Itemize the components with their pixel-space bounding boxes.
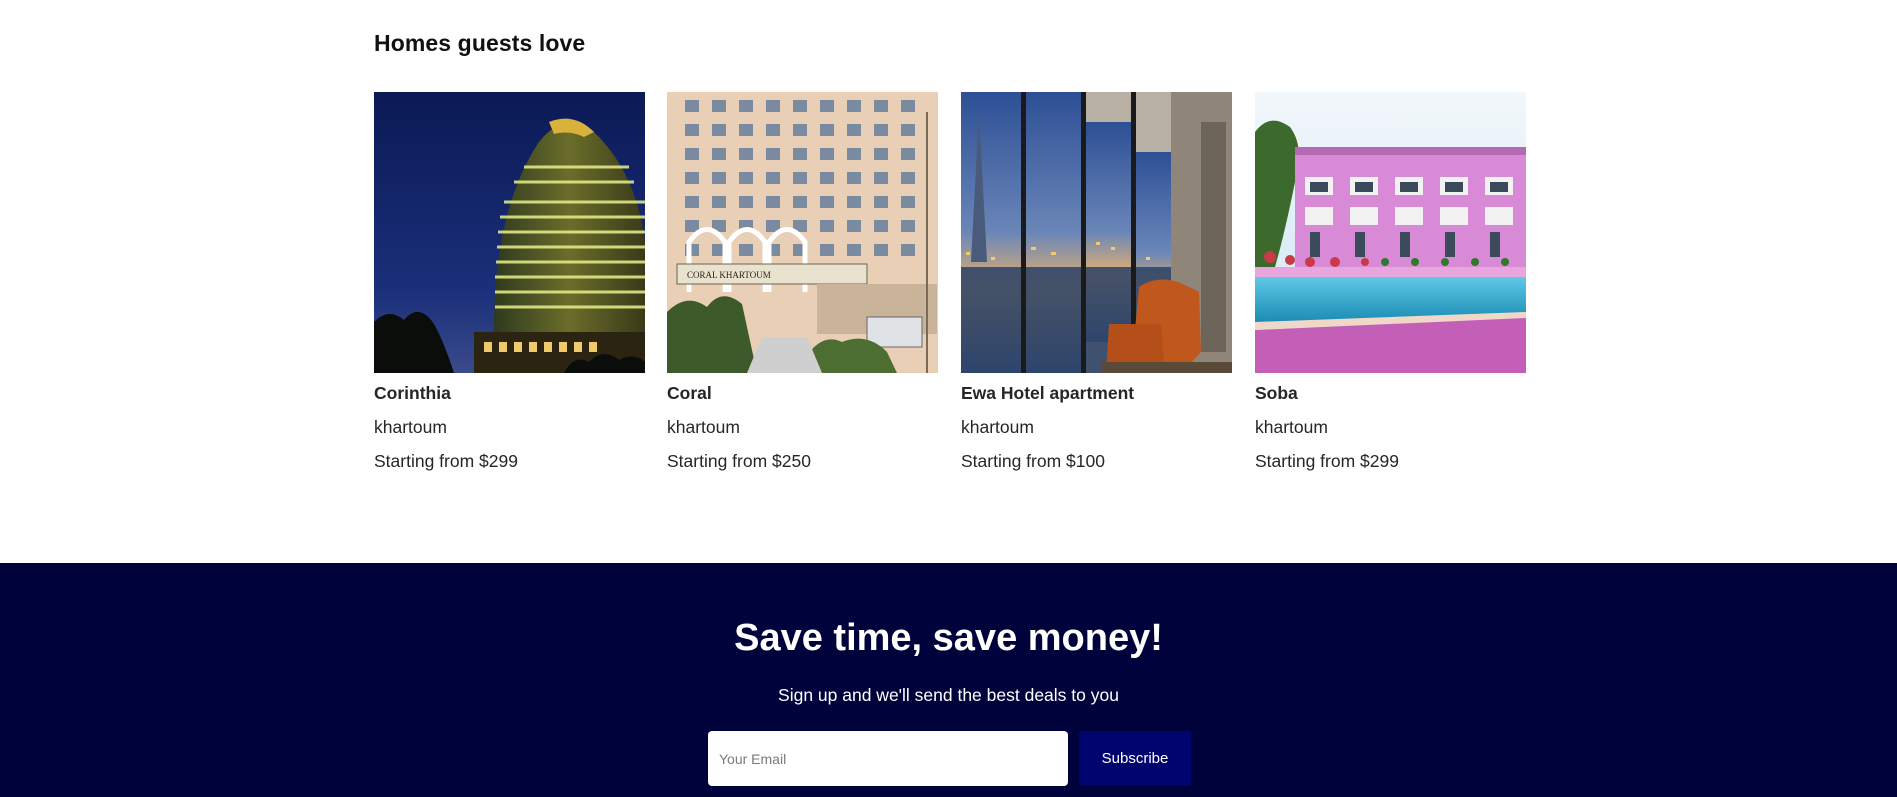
soba-hotel-image[interactable] [1255, 92, 1526, 373]
hotel-price: Starting from $250 [667, 451, 811, 471]
hotel-city: khartoum [374, 417, 447, 437]
hotel-name[interactable]: Ewa Hotel apartment [961, 383, 1134, 404]
homes-section: Homes guests love Corinthia khartoum Sta… [0, 0, 1897, 563]
hotel-city: khartoum [1255, 417, 1328, 437]
coral-hotel-image[interactable]: CORAL KHARTOUM [667, 92, 938, 373]
coral-sign-text: CORAL KHARTOUM [687, 270, 771, 280]
email-input[interactable] [708, 731, 1068, 786]
hotel-price: Starting from $299 [374, 451, 518, 471]
subscribe-button[interactable]: Subscribe [1079, 731, 1191, 786]
section-title: Homes guests love [374, 30, 586, 56]
hotel-price: Starting from $100 [961, 451, 1105, 471]
hotel-card-soba[interactable]: Soba khartoum Starting from $299 [1255, 92, 1526, 471]
hotel-city: khartoum [667, 417, 740, 437]
hotel-city: khartoum [961, 417, 1034, 437]
newsletter-section: Save time, save money! Sign up and we'll… [0, 563, 1897, 797]
newsletter-title: Save time, save money! [734, 617, 1163, 659]
hotel-price: Starting from $299 [1255, 451, 1399, 471]
newsletter-subtitle: Sign up and we'll send the best deals to… [778, 685, 1119, 705]
hotel-name[interactable]: Corinthia [374, 383, 451, 404]
hotel-card-ewa[interactable]: Ewa Hotel apartment khartoum Starting fr… [961, 92, 1232, 471]
hotel-card-coral[interactable]: CORAL KHARTOUM Coral khartoum Starting f… [667, 92, 938, 471]
ewa-hotel-image[interactable] [961, 92, 1232, 373]
hotel-name[interactable]: Soba [1255, 383, 1298, 404]
corinthia-hotel-image[interactable] [374, 92, 645, 373]
hotel-name[interactable]: Coral [667, 383, 712, 404]
hotel-card-corinthia[interactable]: Corinthia khartoum Starting from $299 [374, 92, 645, 471]
